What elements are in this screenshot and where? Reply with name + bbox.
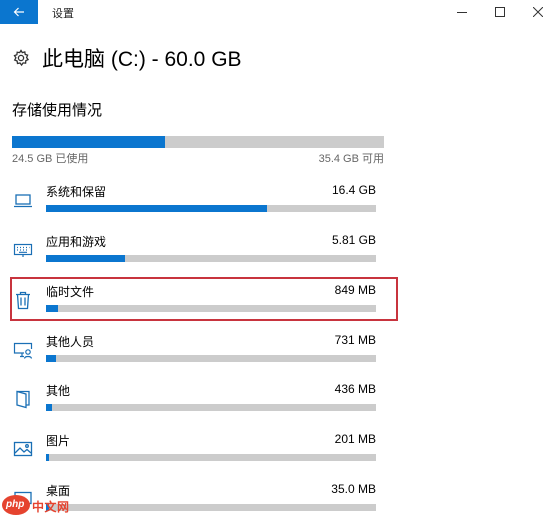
maximize-icon	[495, 7, 505, 17]
category-bar	[46, 255, 376, 262]
back-arrow-icon	[13, 7, 24, 17]
category-size: 731 MB	[334, 333, 376, 347]
php-cn-watermark: php 中文网	[2, 494, 92, 516]
category-bar-fill	[46, 454, 50, 461]
category-bar	[46, 454, 376, 461]
page-title: 此电脑 (C:) - 60.0 GB	[42, 48, 242, 71]
highlight-box	[10, 277, 398, 321]
watermark-logo-text: php	[6, 499, 25, 510]
maximize-button[interactable]	[480, 0, 520, 24]
category-bar	[46, 404, 376, 411]
category-other[interactable]: 其他 436 MB	[0, 382, 400, 426]
category-name: 其他人员	[46, 335, 95, 349]
category-size: 16.4 GB	[331, 183, 376, 197]
category-bar-fill	[46, 255, 126, 262]
category-size: 5.81 GB	[331, 233, 376, 247]
minimize-button[interactable]	[442, 0, 482, 24]
category-size: 35.0 MB	[331, 482, 376, 496]
gear-icon	[13, 49, 30, 67]
free-space-label: 35.4 GB 可用	[318, 153, 384, 165]
category-other-people[interactable]: 其他人员 731 MB	[0, 333, 400, 377]
category-name: 图片	[46, 434, 71, 448]
category-name: 其他	[46, 384, 71, 398]
used-space-label: 24.5 GB 已使用	[12, 153, 89, 165]
section-title-storage-usage: 存储使用情况	[12, 102, 103, 119]
document-icon	[16, 390, 30, 409]
laptop-icon	[14, 194, 32, 208]
category-bar-fill	[46, 205, 268, 212]
category-name: 应用和游戏	[46, 235, 107, 249]
category-size: 201 MB	[334, 432, 376, 446]
total-usage-bar	[12, 136, 384, 148]
category-bar-fill	[46, 355, 56, 362]
category-name: 系统和保留	[46, 185, 107, 199]
window-title: 设置	[52, 8, 74, 20]
close-icon	[533, 7, 543, 17]
picture-icon	[13, 441, 33, 457]
category-pictures[interactable]: 图片 201 MB	[0, 432, 400, 476]
category-bar-fill	[46, 404, 52, 411]
watermark-site-text: 中文网	[32, 500, 70, 514]
user-monitor-icon	[13, 342, 33, 359]
category-system-reserved[interactable]: 系统和保留 16.4 GB	[0, 183, 400, 227]
category-bar	[46, 355, 376, 362]
title-bar: 设置	[0, 0, 555, 24]
keyboard-icon	[13, 243, 33, 257]
close-button[interactable]	[518, 0, 555, 24]
category-bar	[46, 205, 376, 212]
minimize-icon	[457, 12, 467, 13]
total-usage-bar-fill	[12, 136, 165, 148]
category-bar	[46, 504, 376, 511]
back-button[interactable]	[0, 0, 38, 24]
category-apps-games[interactable]: 应用和游戏 5.81 GB	[0, 233, 400, 277]
category-size: 436 MB	[334, 382, 376, 396]
